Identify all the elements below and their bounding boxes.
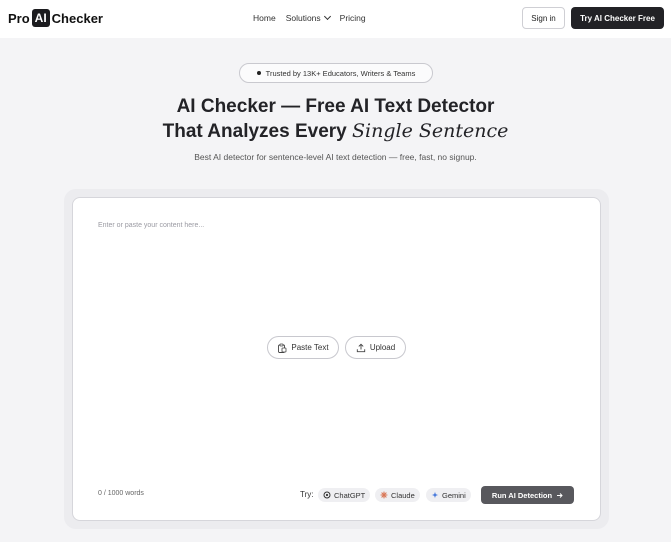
paste-text-label: Paste Text [291, 343, 329, 352]
title-line-1: AI Checker — Free AI Text Detector [176, 96, 495, 117]
upload-label: Upload [369, 343, 396, 352]
gemini-icon [431, 491, 439, 499]
nav-pricing[interactable]: Pricing [340, 13, 366, 23]
sample-chatgpt-label: ChatGPT [334, 490, 366, 500]
upload-icon [356, 343, 366, 353]
chevron-down-icon [323, 12, 331, 21]
logo-text-checker: Checker [51, 10, 103, 26]
logo[interactable]: Pro AI Checker [8, 9, 103, 27]
sample-claude-label: Claude [391, 490, 415, 500]
clipboard-icon [277, 343, 287, 353]
badge-text: Trusted by 13K+ Educators, Writers & Tea… [265, 68, 416, 78]
badge-dot-icon [256, 71, 261, 75]
nav-home[interactable]: Home [253, 13, 276, 23]
openai-icon [323, 491, 331, 499]
sign-in-button[interactable]: Sign in [522, 7, 565, 29]
run-detection-label: Run AI Detection [491, 490, 553, 500]
try-label: Try: [300, 490, 314, 499]
top-header: Pro AI Checker Home Solutions Pricing Si… [0, 0, 671, 38]
sample-claude-chip[interactable]: Claude [375, 488, 420, 502]
page-title: AI Checker — Free AI Text Detector That … [0, 95, 671, 144]
run-detection-button[interactable]: Run AI Detection [481, 486, 574, 504]
main-nav: Home Solutions Pricing [253, 12, 366, 23]
upload-button[interactable]: Upload [345, 336, 406, 359]
try-free-button[interactable]: Try AI Checker Free [571, 7, 664, 29]
arrow-right-icon [556, 492, 563, 499]
claude-icon [380, 491, 388, 499]
sample-gemini-label: Gemini [442, 490, 466, 500]
nav-solutions-label: Solutions [285, 13, 321, 23]
word-count: 0 / 1000 words [98, 490, 144, 497]
title-line-2: That Analyzes Every Single Sentence [0, 119, 671, 144]
trust-badge: Trusted by 13K+ Educators, Writers & Tea… [239, 63, 433, 83]
sample-gemini-chip[interactable]: Gemini [426, 488, 471, 502]
editor-card[interactable] [72, 197, 601, 521]
logo-ai-box: AI [31, 9, 50, 27]
logo-text-pro: Pro [8, 10, 30, 26]
title-line-2-plain: That Analyzes Every [162, 121, 347, 142]
nav-solutions[interactable]: Solutions [285, 12, 331, 23]
sample-chatgpt-chip[interactable]: ChatGPT [318, 488, 371, 502]
title-line-2-serif: Single Sentence [352, 120, 509, 142]
page-subtitle: Best AI detector for sentence-level AI t… [194, 152, 477, 162]
content-textarea-placeholder[interactable]: Enter or paste your content here... [98, 222, 204, 229]
paste-text-button[interactable]: Paste Text [267, 336, 339, 359]
